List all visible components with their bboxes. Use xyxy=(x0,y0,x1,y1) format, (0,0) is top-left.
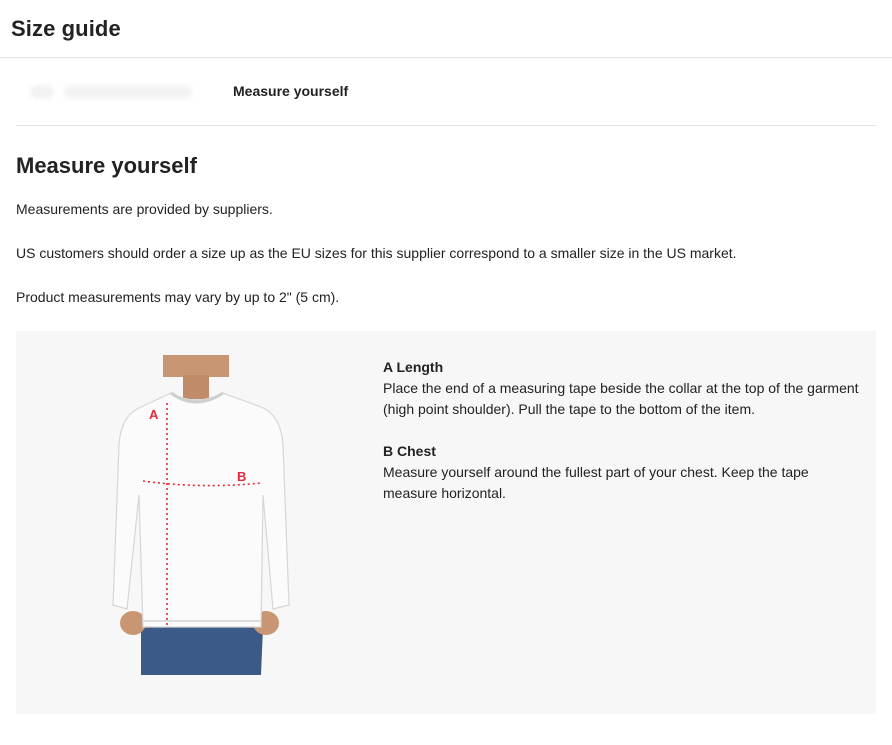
measurement-desc-length: Place the end of a measuring tape beside… xyxy=(383,380,859,417)
note-variance: Product measurements may vary by up to 2… xyxy=(16,289,340,305)
sweatshirt-model-image: A B xyxy=(112,355,290,675)
model-face xyxy=(163,355,229,377)
tab-label-blurred xyxy=(64,84,192,99)
note-suppliers: Measurements are provided by suppliers. xyxy=(16,201,273,217)
tab-product-measurements-faded[interactable] xyxy=(30,77,230,107)
marker-b: B xyxy=(237,469,246,484)
model-neck xyxy=(183,375,209,399)
measurement-instructions: A Length Place the end of a measuring ta… xyxy=(383,357,863,525)
modal-header: Size guide xyxy=(0,0,892,58)
model-sweatshirt xyxy=(112,392,290,628)
tab-bar: Measure yourself xyxy=(16,58,876,126)
measurement-item-chest: B Chest Measure yourself around the full… xyxy=(383,441,863,504)
measurement-desc-chest: Measure yourself around the fullest part… xyxy=(383,464,809,501)
measurement-title-chest: B Chest xyxy=(383,443,436,459)
measure-panel: A B A Length Place the end of a measurin… xyxy=(16,331,876,714)
section-title: Measure yourself xyxy=(16,153,197,178)
model-jeans xyxy=(141,627,263,675)
modal-title: Size guide xyxy=(11,15,121,41)
marker-a: A xyxy=(149,407,159,422)
measurement-item-length: A Length Place the end of a measuring ta… xyxy=(383,357,863,420)
tab-icon xyxy=(30,84,54,99)
tab-measure-yourself[interactable]: Measure yourself xyxy=(233,83,348,99)
note-us-customers: US customers should order a size up as t… xyxy=(16,245,737,261)
modal-content: Measure yourself Measure yourself Measur… xyxy=(0,58,892,714)
measurement-title-length: A Length xyxy=(383,359,444,375)
